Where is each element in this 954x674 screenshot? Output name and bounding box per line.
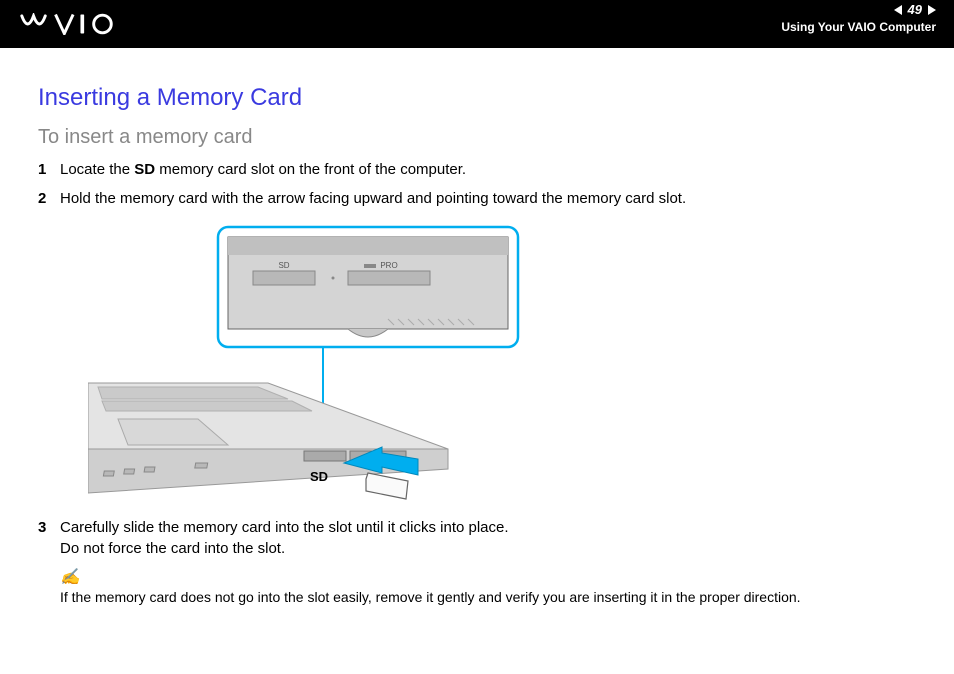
- steps-list: 1 Locate the SD memory card slot on the …: [38, 159, 916, 209]
- steps-list-continued: 3 Carefully slide the memory card into t…: [38, 517, 916, 559]
- step-item: 3 Carefully slide the memory card into t…: [38, 517, 916, 559]
- step-item: 2 Hold the memory card with the arrow fa…: [38, 188, 916, 209]
- step-text: Carefully slide the memory card into the…: [60, 517, 916, 559]
- section-label: Using Your VAIO Computer: [781, 20, 936, 34]
- sd-card-icon: [366, 473, 408, 499]
- note-block: ✍ If the memory card does not go into th…: [60, 567, 916, 605]
- step-number: 1: [38, 159, 60, 180]
- step-number: 3: [38, 517, 60, 559]
- page-number: 49: [908, 2, 922, 17]
- pro-slot-label: PRO: [380, 261, 397, 270]
- note-text: If the memory card does not go into the …: [60, 589, 916, 605]
- note-icon: ✍: [60, 567, 916, 587]
- page-content: Inserting a Memory Card To insert a memo…: [0, 48, 954, 605]
- page-subtitle: To insert a memory card: [38, 126, 916, 149]
- next-page-arrow-icon[interactable]: [928, 5, 936, 15]
- header-right: 49 Using Your VAIO Computer: [781, 2, 936, 34]
- sd-card-label: SD: [310, 469, 328, 484]
- step-item: 1 Locate the SD memory card slot on the …: [38, 159, 916, 180]
- page-nav: 49: [894, 2, 936, 17]
- sd-slot-label: SD: [278, 261, 289, 270]
- page-title: Inserting a Memory Card: [38, 84, 916, 112]
- header-bar: 49 Using Your VAIO Computer: [0, 0, 954, 48]
- step-text: Locate the SD memory card slot on the fr…: [60, 159, 916, 180]
- step-text: Hold the memory card with the arrow faci…: [60, 188, 916, 209]
- prev-page-arrow-icon[interactable]: [894, 5, 902, 15]
- instruction-illustration: SD PRO: [88, 223, 608, 503]
- vaio-logo: [14, 13, 144, 35]
- step-number: 2: [38, 188, 60, 209]
